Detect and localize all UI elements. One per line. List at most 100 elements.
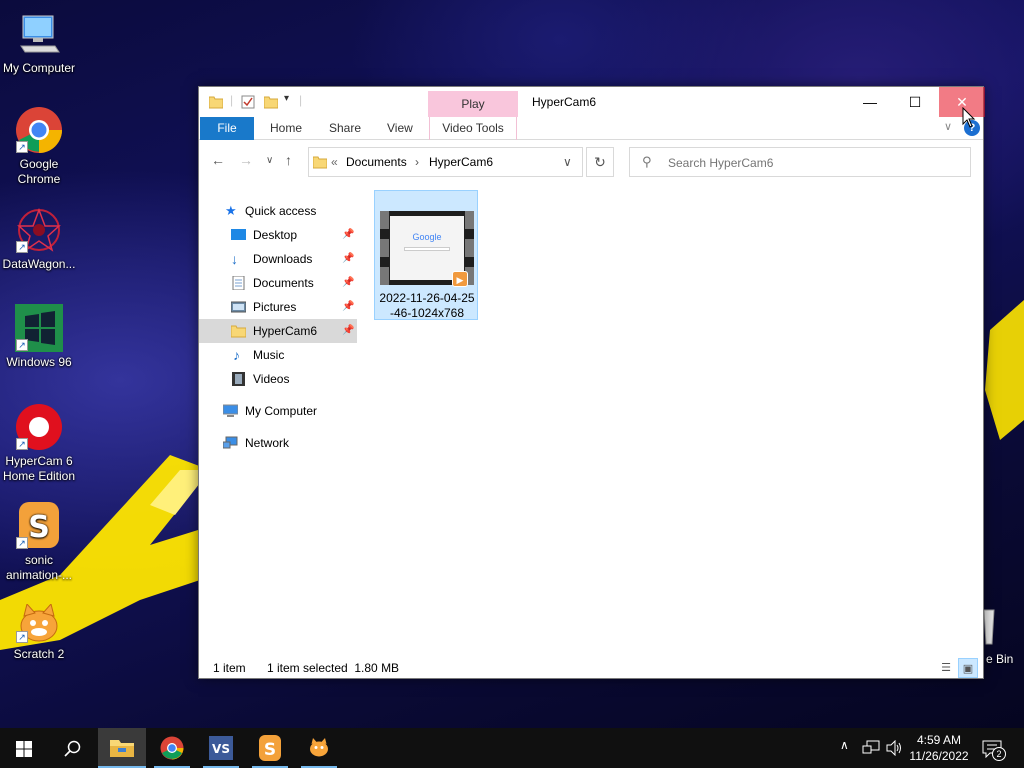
- datawagon-icon: ↗: [15, 206, 63, 254]
- title-bar[interactable]: | ▾ | Play HyperCam6 — ☐ ✕: [199, 87, 985, 117]
- customize-quick-access-icon[interactable]: ▾: [284, 93, 289, 104]
- desktop-icon-windows-96[interactable]: ↗ Windows 96: [0, 304, 78, 370]
- properties-icon[interactable]: [241, 95, 255, 109]
- forward-icon[interactable]: →: [239, 152, 253, 168]
- minimize-icon: —: [863, 94, 877, 110]
- mouse-cursor-icon: [962, 107, 976, 128]
- windows96-icon: ↗: [15, 304, 63, 352]
- chevron-down-icon[interactable]: ∨: [563, 155, 572, 169]
- back-icon[interactable]: ←: [211, 152, 225, 168]
- visual-studio-icon: VS: [209, 736, 233, 760]
- nav-music[interactable]: ♪ Music: [199, 343, 357, 367]
- maximize-icon: ☐: [908, 94, 922, 110]
- taskbar: VS S ∧ 4:59 AM 11/26/2022 2: [0, 728, 1024, 768]
- breadcrumb-hypercam6[interactable]: HyperCam6: [429, 155, 493, 169]
- search-box[interactable]: ⚲: [629, 147, 971, 177]
- qa-separator: |: [299, 93, 303, 107]
- nav-my-computer[interactable]: My Computer: [199, 399, 357, 423]
- tab-home[interactable]: Home: [270, 117, 302, 140]
- pin-icon: 📌: [342, 325, 355, 336]
- nav-label: My Computer: [245, 404, 318, 418]
- pin-icon: 📌: [342, 229, 355, 240]
- nav-hypercam6[interactable]: HyperCam6 📌: [199, 319, 357, 343]
- nav-desktop[interactable]: Desktop 📌: [199, 223, 357, 247]
- music-folder-icon: ♪: [233, 347, 240, 363]
- navigation-bar: ← → ∨ ↑ « Documents › HyperCam6 ∨ ↻ ⚲: [199, 141, 983, 181]
- file-name-line: -46-1024x768: [389, 306, 465, 320]
- tab-video-tools[interactable]: Video Tools: [429, 117, 517, 140]
- nav-label: Network: [245, 436, 290, 450]
- nav-label: Documents: [253, 276, 314, 290]
- shortcut-arrow-icon: ↗: [16, 631, 28, 643]
- pictures-folder-icon: [231, 301, 246, 313]
- nav-videos[interactable]: Videos: [199, 367, 357, 391]
- computer-icon: [15, 10, 63, 58]
- desktop-icon-label: sonic animation-...: [5, 553, 73, 582]
- recent-locations-icon[interactable]: ∨: [266, 155, 273, 166]
- maximize-button[interactable]: ☐: [892, 87, 938, 117]
- nav-pictures[interactable]: Pictures 📌: [199, 295, 357, 319]
- nav-downloads[interactable]: ↓ Downloads 📌: [199, 247, 357, 271]
- desktop-icon-label: Google Chrome: [17, 157, 61, 186]
- action-center-button[interactable]: 2: [980, 736, 1008, 762]
- scratch-icon: [310, 738, 328, 757]
- show-hidden-icons-icon[interactable]: ∧: [840, 738, 849, 752]
- address-bar[interactable]: « Documents › HyperCam6 ∨: [308, 147, 583, 177]
- search-button[interactable]: [48, 728, 96, 768]
- desktop-icon-label: My Computer: [2, 61, 76, 75]
- desktop-icon-google-chrome[interactable]: ↗ Google Chrome: [0, 106, 78, 187]
- taskbar-scratch[interactable]: [295, 728, 343, 768]
- star-icon: ★: [225, 203, 237, 218]
- desktop-icon-scratch-2[interactable]: ↗ Scratch 2: [0, 602, 78, 662]
- file-explorer-icon: [110, 740, 134, 757]
- desktop-icon-hypercam[interactable]: ↗ HyperCam 6 Home Edition: [0, 403, 78, 484]
- desktop-icon-sonic-animation[interactable]: S ↗ sonic animation-...: [0, 502, 78, 583]
- breadcrumb-separator-icon[interactable]: ›: [415, 155, 419, 169]
- refresh-button[interactable]: ↻: [586, 147, 614, 177]
- search-input[interactable]: [668, 154, 958, 172]
- folder-icon: [231, 325, 246, 338]
- file-list[interactable]: Google ▶ 2022-11-26-04-25 -46-1024x768: [369, 187, 979, 647]
- minimize-button[interactable]: —: [847, 87, 893, 117]
- sonic-icon: S: [259, 735, 281, 761]
- volume-icon[interactable]: [886, 740, 902, 756]
- breadcrumb-overflow[interactable]: «: [331, 155, 338, 169]
- file-explorer-window: | ▾ | Play HyperCam6 — ☐ ✕ File Home Sha…: [198, 86, 985, 679]
- desktop-icon-datawagon[interactable]: ↗ DataWagon...: [0, 206, 78, 272]
- status-bar: 1 item 1 item selected 1.80 MB ☰ ▣: [199, 657, 983, 679]
- tab-share[interactable]: Share: [329, 117, 361, 140]
- chrome-icon: [160, 736, 184, 760]
- nav-documents[interactable]: Documents 📌: [199, 271, 357, 295]
- up-icon[interactable]: ↑: [285, 152, 292, 168]
- large-icons-view-icon[interactable]: ▣: [958, 658, 978, 678]
- expand-ribbon-icon[interactable]: ∨: [944, 120, 952, 133]
- context-tab-play[interactable]: Play: [428, 91, 518, 117]
- nav-network[interactable]: Network: [199, 431, 357, 455]
- details-view-icon[interactable]: ☰: [936, 658, 956, 678]
- refresh-icon: ↻: [594, 154, 606, 170]
- taskbar-file-explorer[interactable]: [98, 728, 146, 768]
- desktop-icon-recycle-bin[interactable]: e Bin: [980, 608, 1024, 674]
- window-title: HyperCam6: [532, 95, 597, 109]
- taskbar-sonic[interactable]: S: [246, 728, 294, 768]
- recycle-bin-label: e Bin: [986, 652, 1014, 666]
- new-folder-icon[interactable]: [264, 95, 278, 109]
- tab-file[interactable]: File: [200, 117, 254, 140]
- network-icon[interactable]: [862, 740, 880, 756]
- svg-text:S: S: [28, 510, 50, 545]
- taskbar-visual-studio[interactable]: VS: [197, 728, 245, 768]
- svg-text:S: S: [264, 740, 276, 760]
- tab-view[interactable]: View: [387, 117, 413, 140]
- shortcut-arrow-icon: ↗: [16, 141, 28, 153]
- desktop-icon-label: DataWagon...: [2, 257, 76, 271]
- start-button[interactable]: [0, 728, 48, 768]
- desktop-icon-my-computer[interactable]: My Computer: [0, 10, 78, 76]
- nav-quick-access[interactable]: ★ Quick access: [199, 199, 357, 223]
- windows-logo-icon: [16, 741, 32, 757]
- shortcut-arrow-icon: ↗: [16, 339, 28, 351]
- nav-label: Desktop: [253, 228, 298, 242]
- clock[interactable]: 4:59 AM 11/26/2022: [904, 732, 974, 764]
- breadcrumb-documents[interactable]: Documents: [346, 155, 407, 169]
- taskbar-chrome[interactable]: [148, 728, 196, 768]
- file-item[interactable]: Google ▶ 2022-11-26-04-25 -46-1024x768: [374, 190, 478, 320]
